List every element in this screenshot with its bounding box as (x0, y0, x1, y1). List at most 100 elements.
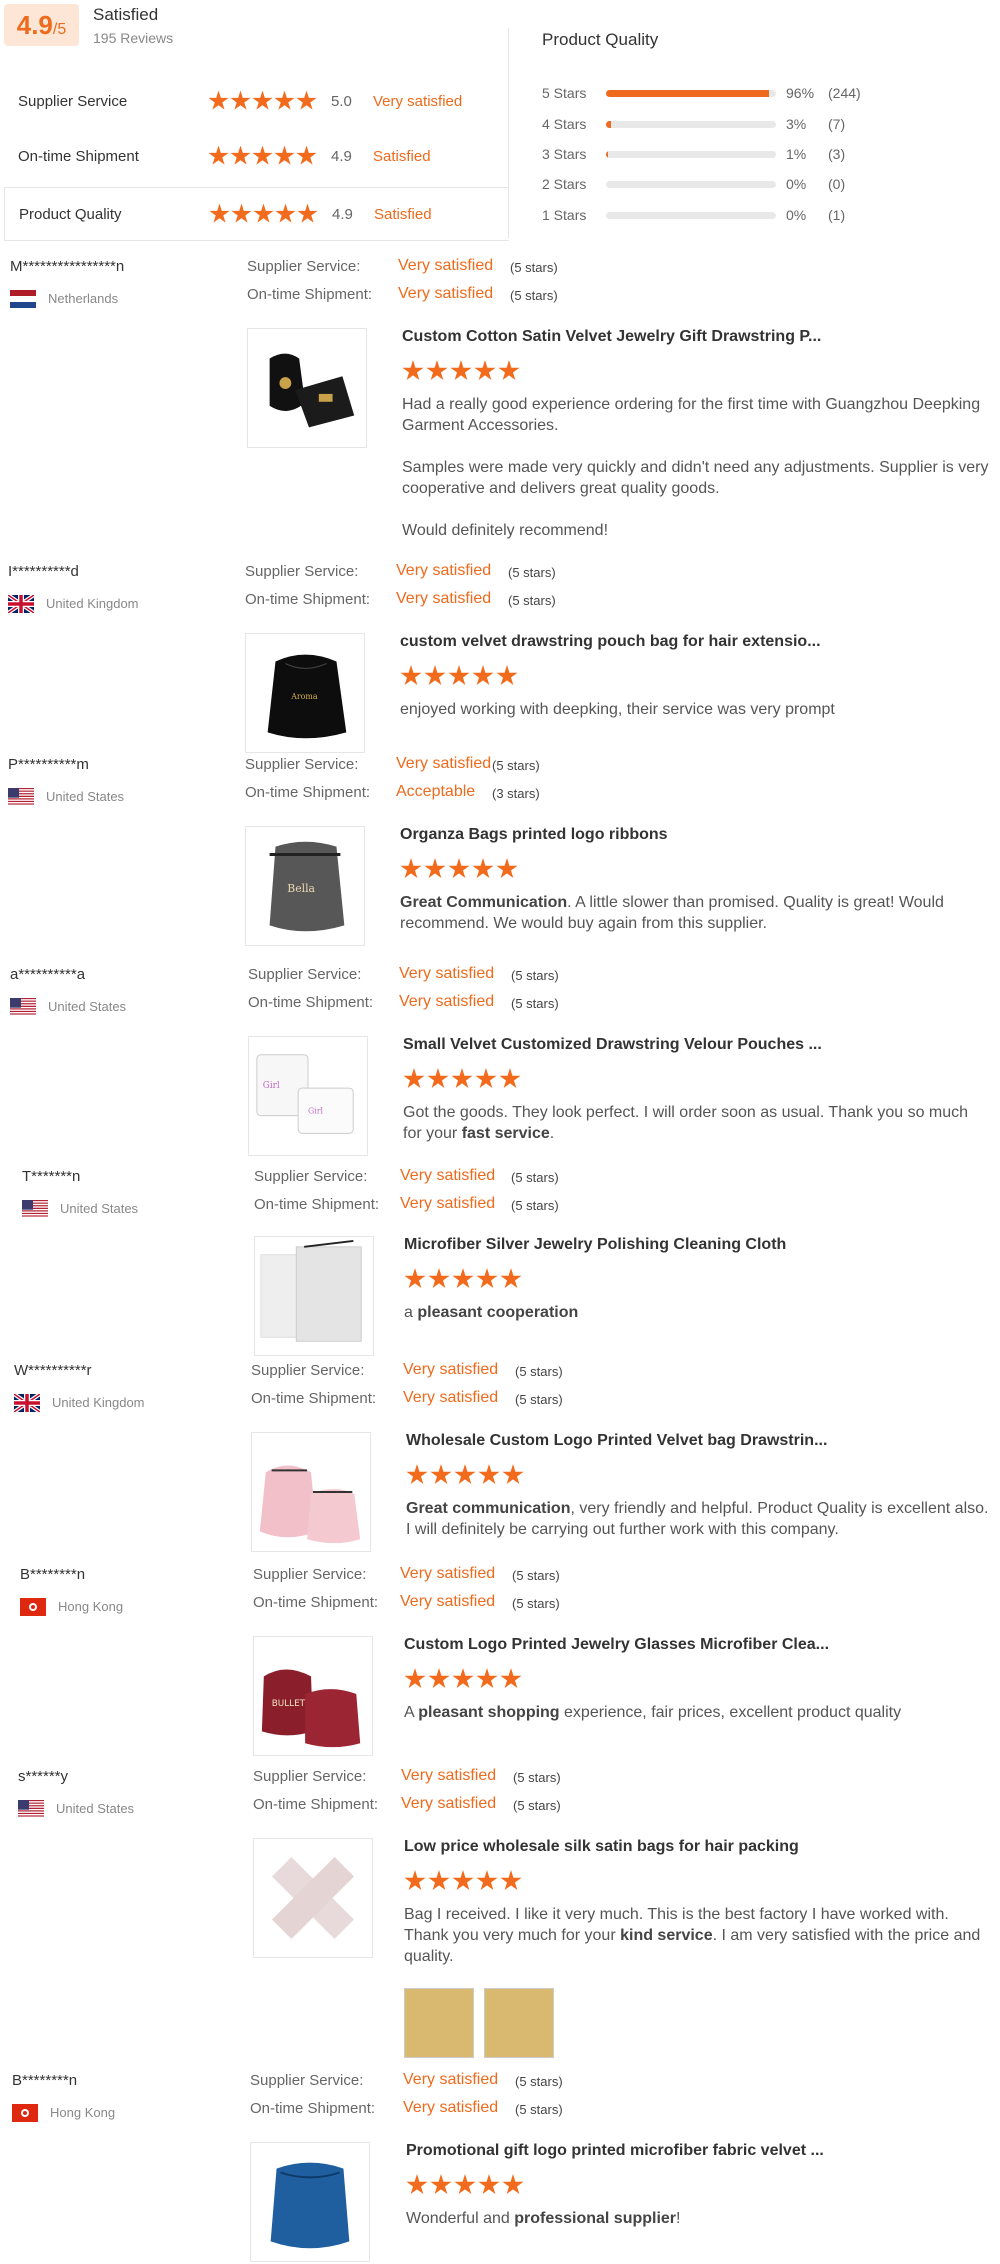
on-time-shipment-label: On-time Shipment: (254, 1196, 380, 1213)
country-flag-icon (10, 290, 36, 308)
review-rating-stars (403, 1068, 521, 1090)
product-thumbnail[interactable] (253, 1838, 373, 1958)
product-thumbnail[interactable]: Bella (245, 826, 365, 946)
product-title[interactable]: custom velvet drawstring pouch bag for h… (400, 633, 821, 651)
star-icon (252, 90, 273, 110)
product-thumbnail[interactable] (251, 1432, 371, 1552)
star-icon (209, 203, 230, 223)
supplier-service-label: Supplier Service: (250, 2072, 364, 2089)
on-time-shipment-stars: (5 stars) (511, 1198, 559, 1213)
star-icon (402, 360, 424, 381)
star-icon (404, 1268, 426, 1289)
supplier-service-value: Very satisfied (396, 562, 492, 579)
star-icon (296, 90, 317, 110)
distribution-bar (606, 120, 776, 128)
star-icon (500, 1870, 522, 1891)
star-icon (275, 203, 296, 223)
svg-text:Girl: Girl (308, 1107, 324, 1116)
metric-label: Product Quality (19, 205, 122, 223)
star-icon (296, 145, 317, 165)
on-time-shipment-stars: (5 stars) (512, 1596, 560, 1611)
product-thumbnail[interactable] (254, 1236, 374, 1356)
on-time-shipment-value: Very satisfied (401, 1795, 497, 1812)
country-flag-icon (20, 1598, 46, 1616)
product-title[interactable]: Microfiber Silver Jewelry Polishing Clea… (404, 1236, 786, 1254)
product-thumbnail[interactable]: Aroma (245, 633, 365, 753)
reviewer-name: I**********d (8, 563, 79, 580)
product-thumbnail[interactable] (250, 2142, 370, 2262)
supplier-service-stars: (5 stars) (515, 2074, 563, 2089)
star-icon (496, 858, 518, 879)
review-highlight: pleasant shopping (418, 1704, 560, 1721)
on-time-shipment-label: On-time Shipment: (247, 286, 373, 303)
distribution-bar (606, 89, 776, 97)
overall-score-badge: 4.9 /5 (4, 4, 79, 46)
star-icon (404, 1668, 426, 1689)
star-icon (406, 2174, 428, 2195)
product-thumbnail[interactable]: Girl Girl (248, 1036, 368, 1156)
supplier-service-value: Very satisfied (403, 2071, 499, 2088)
star-icon (476, 1268, 498, 1289)
review-text: Samples were made very quickly and didn'… (402, 459, 989, 497)
star-icon (428, 1668, 450, 1689)
on-time-shipment-label: On-time Shipment: (253, 1594, 379, 1611)
overall-score-max: /5 (52, 21, 67, 38)
product-title[interactable]: Wholesale Custom Logo Printed Velvet bag… (406, 1432, 827, 1450)
review-text: Got the goods. They look perfect. I will… (403, 1102, 988, 1144)
on-time-shipment-value: Very satisfied (403, 2099, 499, 2116)
review-text: Wonderful and professional supplier! (406, 2208, 990, 2229)
review-text: Would definitely recommend! (402, 522, 609, 539)
distribution-label: 5 Stars (542, 85, 587, 101)
review-text: enjoyed working with deepking, their ser… (400, 699, 990, 720)
review-rating-stars (406, 2174, 524, 2196)
product-thumbnail[interactable]: BULLET (253, 1636, 373, 1756)
product-title[interactable]: Organza Bags printed logo ribbons (400, 826, 668, 844)
star-icon (502, 1464, 524, 1485)
supplier-service-stars: (5 stars) (512, 1568, 560, 1583)
star-icon (208, 90, 229, 110)
review-text: A pleasant shopping experience, fair pri… (404, 1702, 988, 1723)
star-icon (472, 665, 494, 686)
star-icon (451, 1068, 473, 1089)
on-time-shipment-value: Very satisfied (398, 285, 494, 302)
product-title[interactable]: Low price wholesale silk satin bags for … (404, 1838, 799, 1856)
review-photo[interactable] (404, 1988, 474, 2058)
product-title[interactable]: Custom Logo Printed Jewelry Glasses Micr… (404, 1636, 829, 1654)
metric-product-quality[interactable]: Product Quality 4.9 Satisfied (4, 187, 509, 241)
product-title[interactable]: Custom Cotton Satin Velvet Jewelry Gift … (402, 328, 821, 346)
star-icon (428, 1870, 450, 1891)
distribution-bar (606, 150, 776, 158)
summary-divider (508, 28, 509, 238)
on-time-shipment-stars: (5 stars) (515, 2102, 563, 2117)
supplier-service-stars: (5 stars) (492, 758, 540, 773)
reviewer-name: s******y (18, 1768, 69, 1785)
review-photo[interactable] (484, 1988, 554, 2058)
on-time-shipment-value: Acceptable (396, 783, 476, 800)
distribution-percent: 3% (786, 116, 807, 132)
review-highlight: professional supplier (514, 2210, 677, 2227)
product-title[interactable]: Small Velvet Customized Drawstring Velou… (403, 1036, 822, 1054)
supplier-service-label: Supplier Service: (253, 1566, 367, 1583)
product-thumbnail[interactable] (247, 328, 367, 448)
star-icon (475, 1068, 497, 1089)
supplier-service-value: Very satisfied (400, 1565, 496, 1582)
metric-label: On-time Shipment (18, 147, 139, 165)
country-flag-icon (10, 998, 36, 1016)
review-text: a pleasant cooperation (404, 1302, 988, 1323)
star-icon (454, 1464, 476, 1485)
reviewer-country: United States (46, 789, 125, 804)
on-time-shipment-label: On-time Shipment: (245, 591, 371, 608)
on-time-shipment-stars: (3 stars) (492, 786, 540, 801)
star-icon (231, 203, 252, 223)
distribution-percent: 0% (786, 176, 807, 192)
review-rating-stars (406, 1464, 524, 1486)
metric-score: 4.9 (331, 147, 352, 165)
product-title[interactable]: Promotional gift logo printed microfiber… (406, 2142, 824, 2160)
star-icon (500, 1268, 522, 1289)
supplier-service-label: Supplier Service: (248, 966, 362, 983)
reviewer-country: Hong Kong (58, 1599, 124, 1614)
country-flag-icon (8, 788, 34, 806)
review-text-body: A (404, 1704, 419, 1721)
star-icon (496, 665, 518, 686)
distribution-count: (0) (828, 176, 846, 192)
